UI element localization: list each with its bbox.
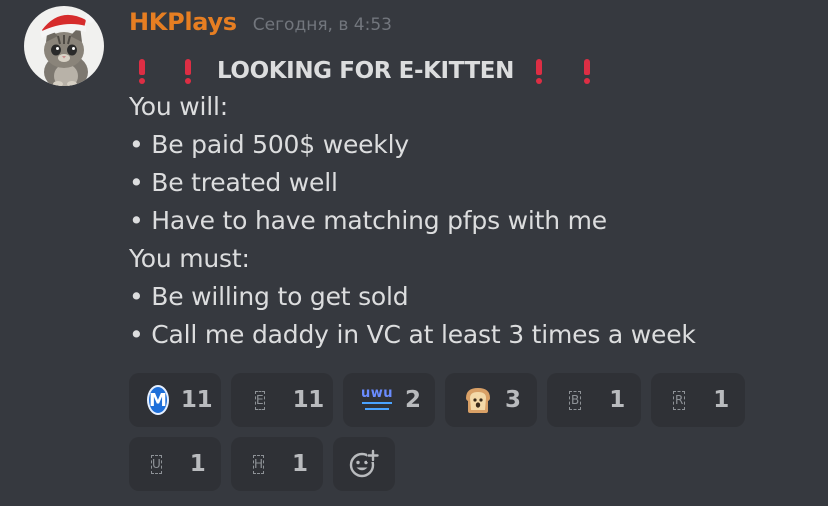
reaction-e[interactable]: E 11: [231, 373, 333, 427]
chat-message: HKPlays Сегодня, в 4:53 LOOKING FOR E-KI…: [0, 0, 828, 506]
message-line: • Be willing to get sold: [129, 282, 409, 311]
message-header: HKPlays Сегодня, в 4:53: [129, 8, 392, 42]
reaction-count: 1: [713, 387, 729, 413]
message-line: You will:: [129, 92, 228, 121]
kitten-santa-hat-avatar-icon: [24, 6, 104, 86]
reaction-count: 1: [292, 451, 308, 477]
letter-r-icon: R: [673, 390, 686, 410]
reactions-row: U 1 H 1: [129, 437, 789, 491]
heavy-exclamation-mark-icon: [137, 58, 147, 84]
heavy-exclamation-mark-icon: [183, 58, 193, 84]
reaction-u[interactable]: U 1: [129, 437, 221, 491]
letter-h-icon: H: [253, 454, 265, 474]
message-line: • Be treated well: [129, 168, 338, 197]
reaction-count: 3: [505, 387, 521, 413]
message-title: LOOKING FOR E-KITTEN: [217, 58, 514, 84]
message-line: • Call me daddy in VC at least 3 times a…: [129, 320, 696, 349]
uwu-icon: uwu: [361, 387, 393, 413]
reaction-m[interactable]: M 11: [129, 373, 221, 427]
avatar[interactable]: [24, 6, 104, 86]
reactions-row: M 11 E 11 uwu 2 3 B 1 R 1: [129, 373, 789, 427]
uwu-icon-text: uwu: [360, 386, 394, 401]
heavy-exclamation-mark-icon: [534, 58, 544, 84]
m-circle-icon: M: [147, 385, 169, 415]
add-reaction-button[interactable]: [333, 437, 395, 491]
reaction-count: 2: [405, 387, 421, 413]
reactions-bar: M 11 E 11 uwu 2 3 B 1 R 1 U 1 H 1: [129, 373, 789, 501]
uwu-wave: [362, 402, 392, 407]
letter-e-icon: E: [255, 390, 265, 410]
bread-face-icon: [466, 388, 490, 413]
letter-u-icon: U: [151, 454, 162, 474]
message-line: • Be paid 500$ weekly: [129, 130, 409, 159]
reaction-count: 1: [609, 387, 625, 413]
message-content: LOOKING FOR E-KITTEN You will: • Be paid…: [129, 54, 809, 354]
heavy-exclamation-mark-icon: [582, 58, 592, 84]
message-line: • Have to have matching pfps with me: [129, 206, 607, 235]
reaction-count: 11: [180, 387, 213, 413]
add-reaction-icon: [349, 449, 379, 478]
reaction-count: 1: [189, 451, 206, 477]
message-title-line: LOOKING FOR E-KITTEN: [129, 54, 809, 88]
reaction-b[interactable]: B 1: [547, 373, 641, 427]
uwu-wave: [365, 408, 389, 413]
reaction-uwu[interactable]: uwu 2: [343, 373, 435, 427]
reaction-bread[interactable]: 3: [445, 373, 537, 427]
reaction-count: 11: [292, 387, 325, 413]
letter-b-icon: B: [569, 390, 582, 410]
timestamp: Сегодня, в 4:53: [252, 15, 392, 35]
reaction-r[interactable]: R 1: [651, 373, 745, 427]
username[interactable]: HKPlays: [129, 8, 237, 36]
reaction-h[interactable]: H 1: [231, 437, 323, 491]
message-line: You must:: [129, 244, 250, 273]
